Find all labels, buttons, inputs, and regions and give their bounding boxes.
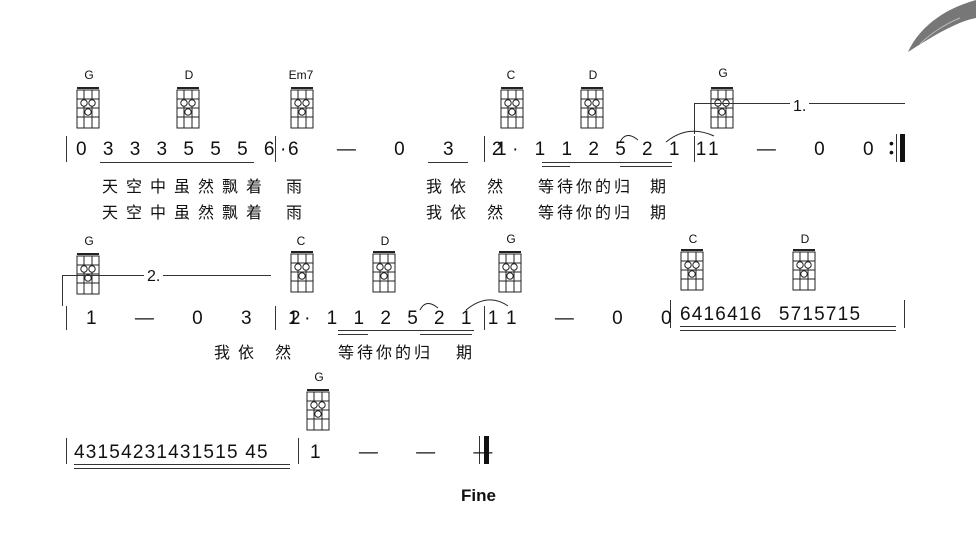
- lyric-text: 雨: [286, 177, 311, 196]
- chord-label: D: [184, 68, 194, 82]
- rhythm-underline: [428, 162, 468, 163]
- lyric-text: 等待你的归: [338, 343, 434, 362]
- rhythm-underline: [338, 330, 474, 331]
- chord-label: D: [800, 232, 810, 246]
- chord-diagram-g: [306, 389, 330, 431]
- rhythm-underline: [74, 468, 290, 469]
- lyric-text: 天空中虽然飘着: [102, 177, 271, 196]
- lyric-text: 我依 然: [214, 343, 300, 362]
- chord-diagram-d: [580, 87, 604, 129]
- lyric-text: 雨: [286, 203, 311, 222]
- bar-line: [66, 438, 67, 464]
- chord-diagram-d: [792, 249, 816, 291]
- lyric-text: 等待你的归: [538, 177, 634, 196]
- bar-line: [298, 438, 299, 464]
- rhythm-underline: [680, 326, 896, 327]
- chord-label: C: [296, 234, 306, 248]
- rhythm-underline: [542, 162, 672, 163]
- chord-label: C: [506, 68, 516, 82]
- rhythm-underline: [620, 166, 672, 167]
- note-measure: 0 3 3 3 5 5 5 6·: [76, 139, 292, 160]
- chord-diagram-em7: [290, 87, 314, 129]
- note-measure: 43154231431515 45: [74, 442, 269, 463]
- bar-line: [66, 306, 67, 330]
- repeat-dots: • •: [889, 135, 894, 160]
- rhythm-underline: [680, 330, 896, 331]
- rhythm-underline: [542, 166, 570, 167]
- lyric-text: 我依 然: [426, 203, 512, 222]
- chord-diagram-c: [500, 87, 524, 129]
- lyric-text: 期: [650, 203, 675, 222]
- chord-diagram-c: [680, 249, 704, 291]
- note-measure: 1 — — —: [310, 442, 498, 463]
- chord-label: G: [84, 68, 94, 82]
- chord-label: D: [588, 68, 598, 82]
- lyric-text: 期: [456, 343, 481, 362]
- chord-label: G: [84, 234, 94, 248]
- bar-line: [904, 300, 905, 328]
- lyric-text: 我依 然: [426, 177, 512, 196]
- chord-label: G: [506, 232, 516, 246]
- chord-label: G: [718, 66, 728, 80]
- bar-line: [66, 136, 67, 162]
- chord-diagram-d: [176, 87, 200, 129]
- tie-arc: [419, 299, 509, 311]
- volta-label: 2.: [144, 268, 164, 286]
- note-measure: 1 — 0 3 2: [86, 308, 306, 329]
- note-measure: 1 — 0 0: [708, 139, 880, 160]
- rhythm-underline: [74, 464, 290, 465]
- lyric-text: 天空中虽然飘着: [102, 203, 271, 222]
- rhythm-underline: [420, 334, 472, 335]
- chord-label: D: [380, 234, 390, 248]
- chord-label: G: [314, 370, 324, 384]
- tie-arc: [619, 130, 715, 143]
- rhythm-underline: [338, 334, 368, 335]
- corner-leaf-decoration: [908, 0, 976, 52]
- chord-diagram-c: [290, 251, 314, 293]
- fine-marking: Fine: [461, 486, 496, 505]
- chord-label: C: [688, 232, 698, 246]
- bar-line: [896, 134, 897, 162]
- volta-bracket: [62, 275, 271, 306]
- volta-label: 1.: [790, 98, 810, 116]
- chord-diagram-g: [498, 251, 522, 293]
- chord-diagram-g: [76, 87, 100, 129]
- chord-diagram-d: [372, 251, 396, 293]
- lyric-text: 期: [650, 177, 675, 196]
- note-measure: 6416416 5715715: [680, 304, 862, 325]
- lyric-text: 等待你的归: [538, 203, 634, 222]
- note-measure: 1 — 0 0: [506, 308, 678, 329]
- chord-label: Em7: [288, 68, 314, 82]
- repeat-end-barline: [900, 134, 905, 162]
- rhythm-underline: [100, 162, 254, 163]
- note-measure: 6 — 0 3 2: [288, 139, 508, 160]
